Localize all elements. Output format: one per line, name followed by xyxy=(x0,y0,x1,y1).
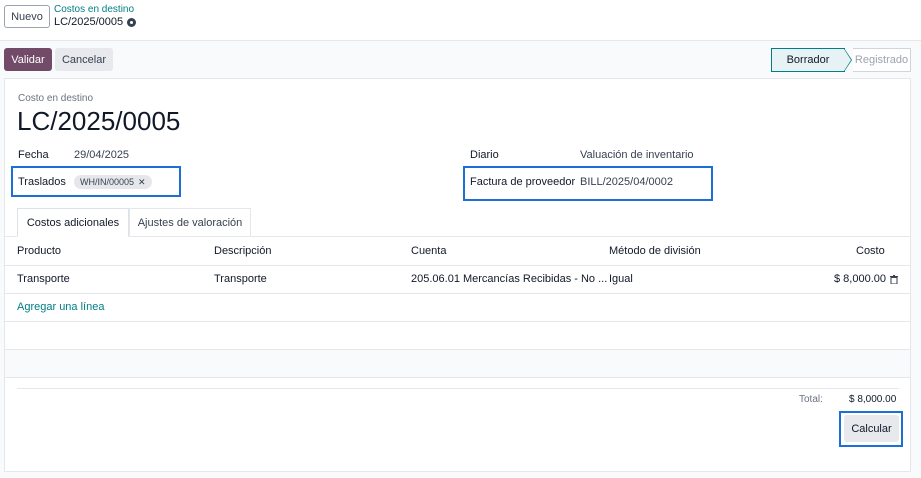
cancel-button[interactable]: Cancelar xyxy=(55,48,113,71)
column-header-split-method[interactable]: Método de división xyxy=(609,245,701,257)
journal-field[interactable]: Valuación de inventario xyxy=(580,149,694,161)
date-label: Fecha xyxy=(18,149,49,161)
tab-valuation-adjustments[interactable]: Ajustes de valoración xyxy=(129,208,251,237)
cell-split-method[interactable]: Igual xyxy=(609,273,633,285)
transfers-highlight xyxy=(11,166,181,197)
breadcrumb-current-label: LC/2025/0005 xyxy=(54,16,124,28)
record-title: LC/2025/0005 xyxy=(17,106,181,136)
status-draft[interactable]: Borrador xyxy=(771,48,845,72)
row-divider xyxy=(5,377,910,378)
column-header-product[interactable]: Producto xyxy=(17,245,61,257)
empty-row xyxy=(5,322,910,350)
journal-label: Diario xyxy=(470,149,499,161)
tab-additional-costs[interactable]: Costos adicionales xyxy=(17,208,129,237)
trash-icon[interactable] xyxy=(890,275,898,284)
status-bar: Borrador Registrado xyxy=(771,48,911,72)
status-arrow-inner xyxy=(844,49,851,71)
header-divider xyxy=(5,265,910,266)
validate-button[interactable]: Validar xyxy=(4,48,52,71)
row-divider xyxy=(5,293,910,294)
cell-cost[interactable]: $ 8,000.00 xyxy=(834,273,886,285)
gear-icon[interactable] xyxy=(127,17,137,27)
compute-highlight xyxy=(839,411,903,447)
total-value: $ 8,000.00 xyxy=(849,394,897,405)
breadcrumb-parent[interactable]: Costos en destino xyxy=(54,4,134,15)
breadcrumb-current: LC/2025/0005 xyxy=(54,16,137,28)
total-label: Total: xyxy=(799,394,823,405)
cell-product[interactable]: Transporte xyxy=(17,273,70,285)
vendor-bill-highlight xyxy=(463,166,713,201)
column-header-account[interactable]: Cuenta xyxy=(411,245,446,257)
top-control-panel: Nuevo Costos en destino LC/2025/0005 xyxy=(0,0,921,41)
date-field[interactable]: 29/04/2025 xyxy=(74,149,129,161)
add-line-link[interactable]: Agregar una línea xyxy=(17,301,104,313)
cell-description[interactable]: Transporte xyxy=(214,273,267,285)
total-divider xyxy=(17,388,899,389)
cell-account[interactable]: 205.06.01 Mercancías Recibidas - No ... xyxy=(411,273,607,285)
status-posted[interactable]: Registrado xyxy=(853,48,911,72)
new-button[interactable]: Nuevo xyxy=(4,5,50,28)
empty-row xyxy=(5,350,910,378)
form-sheet: Costo en destino LC/2025/0005 Fecha 29/0… xyxy=(4,78,911,472)
column-header-description[interactable]: Descripción xyxy=(214,245,271,257)
record-type-label: Costo en destino xyxy=(18,93,94,104)
column-header-cost[interactable]: Costo xyxy=(856,245,885,257)
